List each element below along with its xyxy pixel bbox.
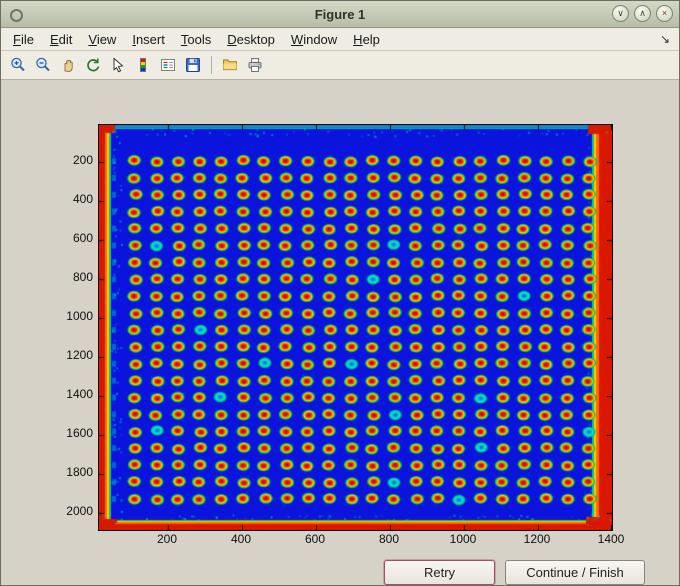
zoom-in-icon[interactable]	[7, 54, 29, 76]
x-tick-label: 800	[378, 532, 400, 546]
y-tick-label: 2000	[66, 504, 93, 518]
minimize-button[interactable]: ∨	[612, 5, 629, 22]
colorbar-icon[interactable]	[132, 54, 154, 76]
open-folder-icon[interactable]	[219, 54, 241, 76]
retry-button[interactable]: Retry	[384, 560, 495, 585]
figure-toolbar	[1, 51, 679, 80]
y-tick-label: 200	[72, 153, 93, 167]
y-tick-label: 1800	[66, 465, 93, 479]
x-tick-label: 400	[230, 532, 252, 546]
plot-axes[interactable]	[98, 124, 613, 531]
menu-window[interactable]: Window	[283, 30, 345, 49]
y-tick-label: 1000	[66, 309, 93, 323]
insert-legend-icon[interactable]	[157, 54, 179, 76]
y-tick-label: 800	[72, 270, 93, 284]
print-icon[interactable]	[244, 54, 266, 76]
title-bar[interactable]: Figure 1 ∨ ∧ ×	[1, 1, 679, 28]
x-tick-label: 1200	[523, 532, 551, 546]
y-tick-label: 1400	[66, 387, 93, 401]
x-tick-label: 1400	[597, 532, 625, 546]
menu-bar: File Edit View Insert Tools Desktop Wind…	[1, 28, 679, 51]
zoom-out-icon[interactable]	[32, 54, 54, 76]
plate-image[interactable]	[99, 125, 612, 530]
menu-help[interactable]: Help	[345, 30, 388, 49]
pan-hand-icon[interactable]	[57, 54, 79, 76]
menu-edit[interactable]: Edit	[42, 30, 80, 49]
menu-file[interactable]: File	[5, 30, 42, 49]
data-cursor-icon[interactable]	[107, 54, 129, 76]
y-tick-label: 400	[72, 192, 93, 206]
maximize-button[interactable]: ∧	[634, 5, 651, 22]
window-title: Figure 1	[314, 6, 366, 22]
y-tick-label: 1600	[66, 426, 93, 440]
dock-arrow-icon[interactable]: ↘	[660, 32, 670, 46]
continue-finish-button[interactable]: Continue / Finish	[505, 560, 645, 585]
x-tick-label: 600	[304, 532, 326, 546]
menu-desktop[interactable]: Desktop	[219, 30, 283, 49]
menu-insert[interactable]: Insert	[124, 30, 173, 49]
toolbar-separator	[211, 56, 212, 74]
window-controls: ∨ ∧ ×	[612, 5, 673, 22]
figure-background: 200 400 600 800 1000 1200 1400 1600 1800…	[1, 80, 679, 585]
x-tick-label: 1000	[449, 532, 477, 546]
menu-tools[interactable]: Tools	[173, 30, 219, 49]
y-tick-label: 1200	[66, 348, 93, 362]
figure-window: Figure 1 ∨ ∧ × File Edit View Insert Too…	[0, 0, 680, 586]
save-icon[interactable]	[182, 54, 204, 76]
y-tick-label: 600	[72, 231, 93, 245]
menu-view[interactable]: View	[80, 30, 124, 49]
x-tick-label: 200	[156, 532, 178, 546]
rotate-3d-icon[interactable]	[82, 54, 104, 76]
window-menu-icon[interactable]	[10, 9, 23, 22]
close-button[interactable]: ×	[656, 5, 673, 22]
